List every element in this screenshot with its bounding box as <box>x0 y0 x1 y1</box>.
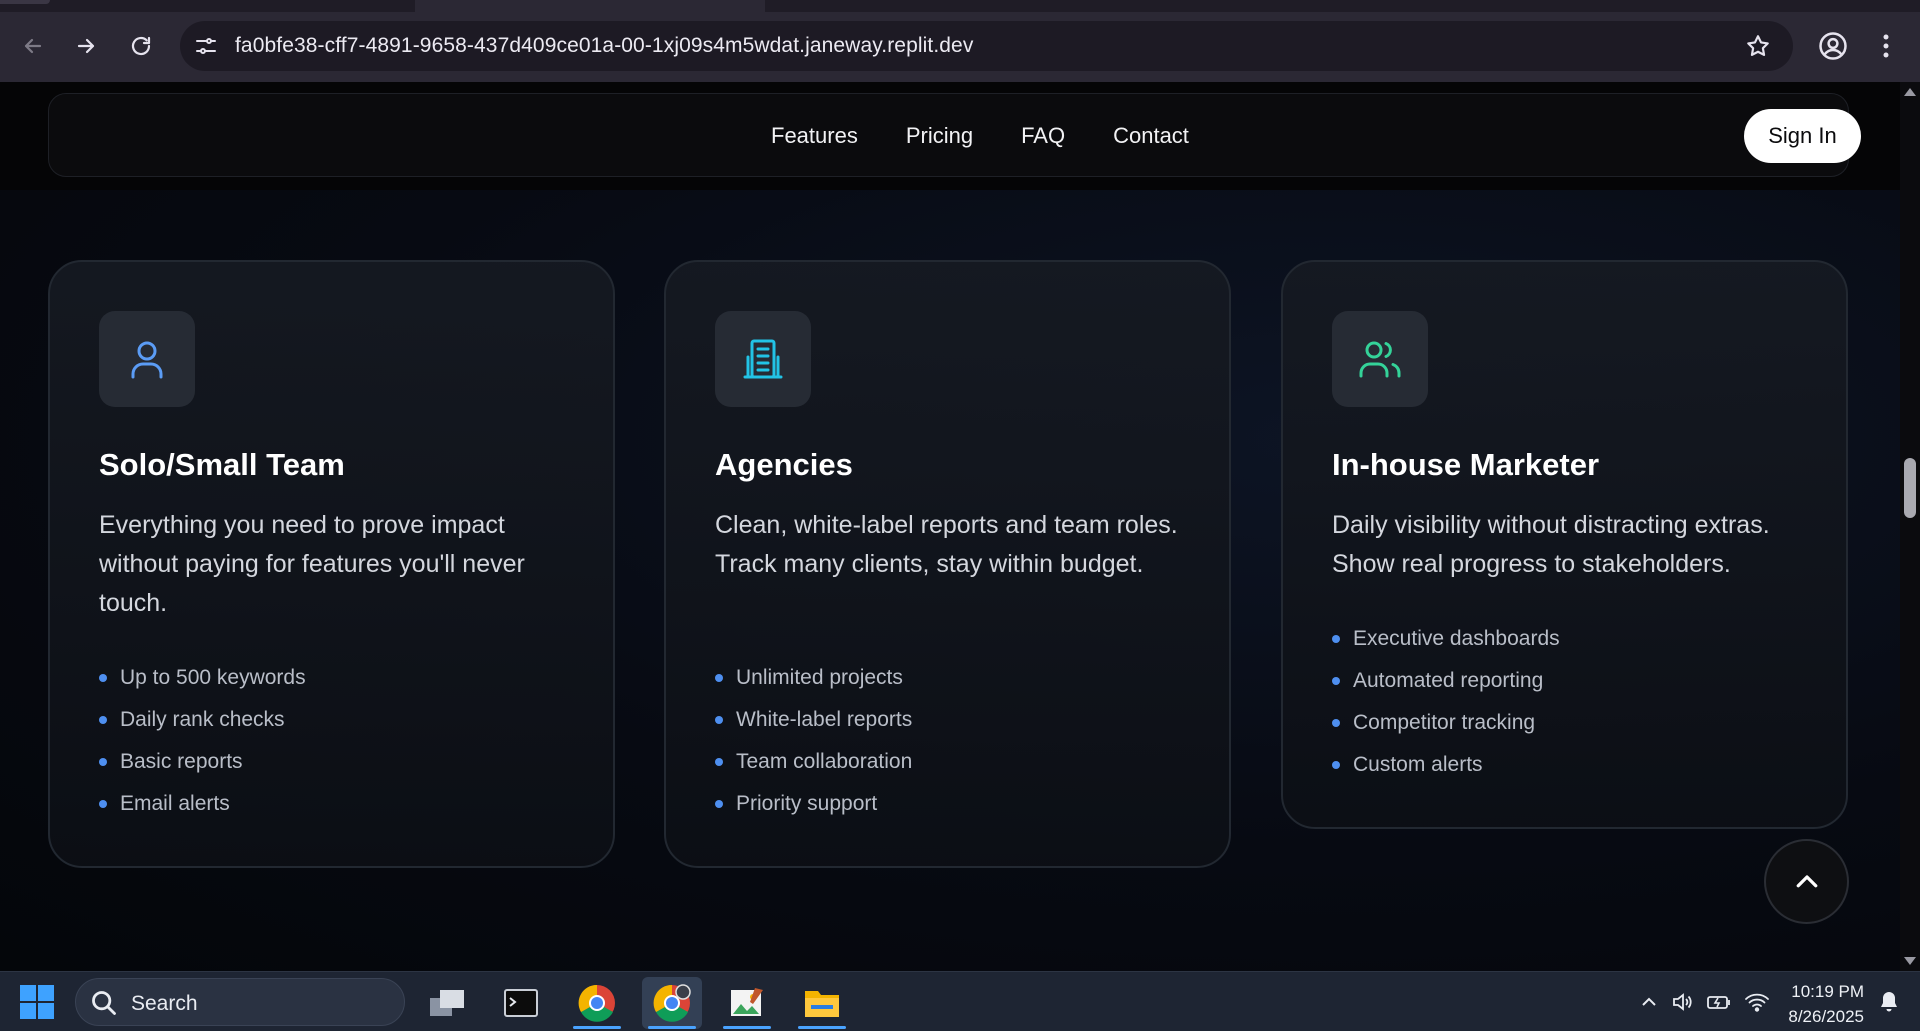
feature-list: Executive dashboards Automated reporting… <box>1332 625 1560 793</box>
volume-icon[interactable] <box>1670 990 1694 1014</box>
nav-links: Features Pricing FAQ Contact <box>771 123 1189 149</box>
tab-strip <box>0 0 1920 12</box>
scroll-down-arrow-icon[interactable] <box>1904 957 1916 965</box>
feature-list: Unlimited projects White-label reports T… <box>715 664 912 832</box>
audience-card-solo: Solo/Small Team Everything you need to p… <box>48 260 615 868</box>
card-icon-box <box>99 311 195 407</box>
user-icon <box>131 341 163 379</box>
feature-item: Unlimited projects <box>715 664 912 706</box>
feature-item: Automated reporting <box>1332 667 1560 709</box>
scrollbar-thumb[interactable] <box>1904 458 1916 518</box>
windows-taskbar: Search 10:19 PM 8/26/2025 <box>0 971 1920 1031</box>
building-icon <box>743 339 783 379</box>
reload-icon <box>131 36 151 56</box>
back-button[interactable] <box>17 30 49 62</box>
audience-card-inhouse: In-house Marketer Daily visibility witho… <box>1281 260 1848 829</box>
running-indicator <box>573 1026 621 1029</box>
audience-card-agencies: Agencies Clean, white-label reports and … <box>664 260 1231 868</box>
users-icon <box>1359 341 1401 378</box>
task-view-button[interactable] <box>417 977 477 1029</box>
clock-time: 10:19 PM <box>1791 982 1864 1001</box>
card-title: Solo/Small Team <box>99 447 345 482</box>
clock-date: 8/26/2025 <box>1788 1007 1864 1026</box>
chrome-app[interactable] <box>567 977 627 1029</box>
url-text[interactable]: fa0bfe38-cff7-4891-9658-437d409ce01a-00-… <box>235 34 973 58</box>
battery-icon[interactable] <box>1706 990 1732 1014</box>
page-scrollbar[interactable] <box>1900 82 1920 971</box>
card-title: Agencies <box>715 447 853 482</box>
feature-item: Executive dashboards <box>1332 625 1560 667</box>
feature-item: White-label reports <box>715 706 912 748</box>
feature-item: Daily rank checks <box>99 706 306 748</box>
site-navbar: Features Pricing FAQ Contact Sign In <box>48 93 1861 177</box>
nav-link-features[interactable]: Features <box>771 123 858 149</box>
chevron-up-icon[interactable] <box>1640 994 1658 1008</box>
chrome-icon <box>578 984 615 1022</box>
feature-item: Custom alerts <box>1332 751 1560 793</box>
nav-link-pricing[interactable]: Pricing <box>906 123 973 149</box>
card-description: Daily visibility without distracting ext… <box>1332 511 1770 578</box>
windows-start-icon[interactable] <box>20 985 54 1019</box>
chrome-profile-app[interactable] <box>642 977 702 1029</box>
reload-button[interactable] <box>125 30 157 62</box>
search-placeholder: Search <box>131 992 198 1015</box>
page-viewport: Features Pricing FAQ Contact Sign In Sol… <box>0 82 1900 971</box>
arrow-right-icon <box>77 38 95 54</box>
feature-item: Email alerts <box>99 790 306 832</box>
feature-list: Up to 500 keywords Daily rank checks Bas… <box>99 664 306 832</box>
running-indicator <box>723 1026 771 1029</box>
active-tab[interactable] <box>415 0 765 12</box>
address-bar[interactable]: fa0bfe38-cff7-4891-9658-437d409ce01a-00-… <box>180 21 1793 71</box>
search-icon <box>92 991 116 1015</box>
image-editor-app[interactable] <box>717 977 777 1029</box>
forward-button[interactable] <box>70 30 102 62</box>
feature-item: Basic reports <box>99 748 306 790</box>
previous-tab[interactable] <box>0 0 50 4</box>
feature-item: Priority support <box>715 790 912 832</box>
wifi-icon[interactable] <box>1744 990 1770 1014</box>
task-view-icon <box>430 990 464 1016</box>
bookmark-star-icon[interactable] <box>1745 33 1771 59</box>
sign-in-button[interactable]: Sign In <box>1744 109 1861 163</box>
chrome-icon <box>653 984 691 1022</box>
back-to-top-button[interactable] <box>1764 839 1849 924</box>
card-icon-box <box>1332 311 1428 407</box>
chevron-up-icon <box>1796 874 1817 887</box>
arrow-left-icon <box>24 38 42 54</box>
profile-icon[interactable] <box>1818 31 1848 61</box>
more-menu-icon[interactable] <box>1876 31 1896 61</box>
notification-bell-icon[interactable] <box>1878 990 1900 1014</box>
folder-icon <box>805 991 839 1017</box>
taskbar-search[interactable]: Search <box>75 978 405 1026</box>
paint-icon <box>731 988 763 1016</box>
feature-item: Competitor tracking <box>1332 709 1560 751</box>
feature-item: Up to 500 keywords <box>99 664 306 706</box>
nav-link-faq[interactable]: FAQ <box>1021 123 1065 149</box>
terminal-icon <box>504 989 538 1017</box>
scroll-up-arrow-icon[interactable] <box>1904 88 1916 96</box>
running-indicator <box>648 1026 696 1029</box>
feature-item: Team collaboration <box>715 748 912 790</box>
card-title: In-house Marketer <box>1332 447 1600 482</box>
card-icon-box <box>715 311 811 407</box>
card-description: Clean, white-label reports and team role… <box>715 511 1178 578</box>
running-indicator <box>798 1026 846 1029</box>
card-description: Everything you need to prove impact with… <box>99 511 525 617</box>
site-info-icon[interactable] <box>194 34 218 58</box>
browser-toolbar: fa0bfe38-cff7-4891-9658-437d409ce01a-00-… <box>0 0 1920 82</box>
file-explorer-app[interactable] <box>792 977 852 1029</box>
nav-link-contact[interactable]: Contact <box>1113 123 1189 149</box>
taskbar-clock[interactable]: 10:19 PM 8/26/2025 <box>1772 979 1864 1029</box>
terminal-app[interactable] <box>491 977 551 1029</box>
